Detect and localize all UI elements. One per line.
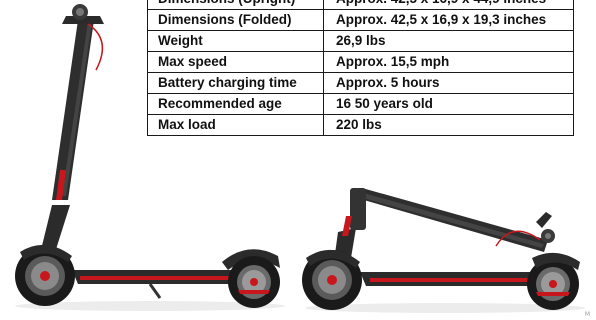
spec-value: 26,9 lbs (323, 30, 574, 52)
spec-value: Approx. 42,5 x 16,9 x 19,3 inches (323, 9, 574, 31)
spec-label: Recommended age (147, 93, 324, 115)
table-row: Dimensions (Folded) Approx. 42,5 x 16,9 … (147, 9, 574, 31)
table-row: Battery charging time Approx. 5 hours (147, 72, 574, 94)
spec-label: Dimensions (Folded) (147, 9, 324, 31)
spec-value: 16 50 years old (323, 93, 574, 115)
table-row: Max speed Approx. 15,5 mph (147, 51, 574, 73)
table-row: Dimensions (Upright) Approx. 42,5 x 16,9… (147, 0, 574, 10)
spec-table: Dimensions (Upright) Approx. 42,5 x 16,9… (147, 0, 574, 136)
spec-value: Approx. 15,5 mph (323, 51, 574, 73)
table-row: Weight 26,9 lbs (147, 30, 574, 52)
spec-value: Approx. 42,5 x 16,9 x 44,9 inches (323, 0, 574, 10)
watermark: M (584, 311, 590, 318)
spec-value: 220 lbs (323, 114, 574, 136)
spec-value: Approx. 5 hours (323, 72, 574, 94)
spec-label: Battery charging time (147, 72, 324, 94)
spec-label: Weight (147, 30, 324, 52)
spec-label: Max load (147, 114, 324, 136)
spec-label: Max speed (147, 51, 324, 73)
folded-scooter (302, 188, 585, 313)
table-row: Max load 220 lbs (147, 114, 574, 136)
spec-label: Dimensions (Upright) (147, 0, 324, 10)
table-row: Recommended age 16 50 years old (147, 93, 574, 115)
